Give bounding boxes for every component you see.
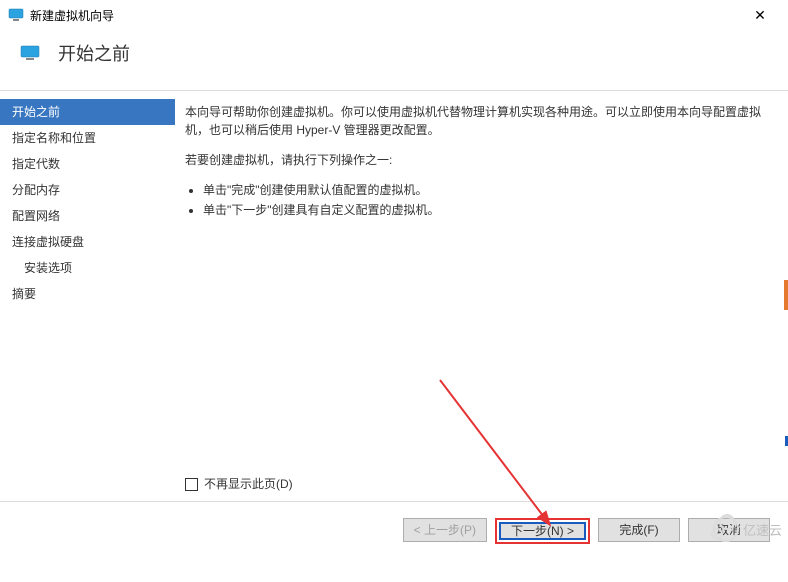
checkbox-label: 不再显示此页(D) [204, 475, 293, 493]
sidebar-item-4[interactable]: 配置网络 [0, 203, 175, 229]
title-bar: 新建虚拟机向导 ✕ [0, 0, 788, 30]
scroll-indicator [784, 280, 788, 310]
cancel-button[interactable]: 取消 [688, 518, 770, 542]
bullet-1: 单击"下一步"创建具有自定义配置的虚拟机。 [203, 201, 770, 219]
page-heading: 开始之前 [58, 40, 130, 66]
window-title: 新建虚拟机向导 [30, 7, 740, 24]
checkbox-icon[interactable] [185, 478, 198, 491]
wizard-header: 开始之前 [0, 30, 788, 91]
header-icon [20, 45, 40, 61]
dont-show-checkbox[interactable]: 不再显示此页(D) [185, 475, 293, 493]
bullet-0: 单击"完成"创建使用默认值配置的虚拟机。 [203, 181, 770, 199]
wizard-steps-sidebar: 开始之前指定名称和位置指定代数分配内存配置网络连接虚拟硬盘安装选项摘要 [0, 91, 175, 501]
sidebar-item-6[interactable]: 安装选项 [0, 255, 175, 281]
sidebar-item-2[interactable]: 指定代数 [0, 151, 175, 177]
sidebar-item-1[interactable]: 指定名称和位置 [0, 125, 175, 151]
content-pane: 本向导可帮助你创建虚拟机。你可以使用虚拟机代替物理计算机实现各种用途。可以立即使… [175, 91, 788, 501]
app-icon [8, 7, 24, 23]
close-button[interactable]: ✕ [740, 7, 780, 24]
bullet-list: 单击"完成"创建使用默认值配置的虚拟机。单击"下一步"创建具有自定义配置的虚拟机… [203, 181, 770, 219]
sidebar-item-5[interactable]: 连接虚拟硬盘 [0, 229, 175, 255]
next-button-highlight: 下一步(N) > [495, 518, 590, 544]
intro-text: 本向导可帮助你创建虚拟机。你可以使用虚拟机代替物理计算机实现各种用途。可以立即使… [185, 103, 770, 139]
sidebar-item-7[interactable]: 摘要 [0, 281, 175, 307]
wizard-footer: < 上一步(P) 下一步(N) > 完成(F) 取消 [0, 501, 788, 544]
main-area: 开始之前指定名称和位置指定代数分配内存配置网络连接虚拟硬盘安装选项摘要 本向导可… [0, 91, 788, 501]
prev-button: < 上一步(P) [403, 518, 487, 542]
next-button[interactable]: 下一步(N) > [499, 522, 586, 540]
prompt-text: 若要创建虚拟机，请执行下列操作之一: [185, 151, 770, 169]
finish-button[interactable]: 完成(F) [598, 518, 680, 542]
sidebar-item-3[interactable]: 分配内存 [0, 177, 175, 203]
sidebar-item-0[interactable]: 开始之前 [0, 99, 175, 125]
